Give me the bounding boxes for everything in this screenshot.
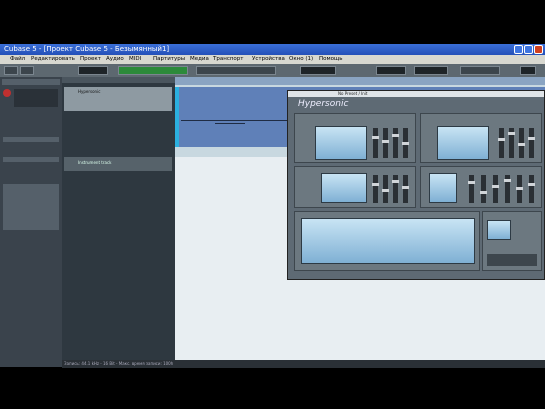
preset-label: No Preset / Init [338,91,368,96]
status-bar: Запись: 44.1 kHz - 16 Bit - Макс. время … [62,360,545,368]
midi-note [215,123,245,124]
toolbar-button[interactable] [460,66,500,75]
menu-media[interactable]: Медиа [190,56,209,62]
track-name: Instrument track [78,160,112,165]
menu-scores[interactable]: Партитуры [153,56,185,62]
menu-midi[interactable]: MIDI [129,56,141,62]
lcd-display[interactable] [487,220,511,240]
lcd-display[interactable] [321,173,367,203]
plugin-titlebar[interactable]: No Preset / Init [288,91,544,97]
lcd-display[interactable] [315,126,367,160]
track-row[interactable]: Instrument track [64,157,172,171]
inspector-section[interactable] [3,157,59,162]
track-color-strip [175,87,179,147]
synth-panel [294,166,416,208]
minimize-button[interactable] [514,45,523,54]
toolbar-button[interactable] [4,66,18,75]
midi-note [181,120,291,121]
record-icon[interactable] [3,89,11,97]
track-list-header [62,77,175,83]
track-controls[interactable] [14,89,58,107]
ruler[interactable] [175,77,545,85]
toolbar-button[interactable] [20,66,34,75]
status-text: Запись: 44.1 kHz - 16 Bit - Макс. время … [64,361,174,366]
transport-buttons[interactable] [118,66,188,75]
inspector-header [2,79,60,85]
menu-help[interactable]: Помощь [319,56,342,62]
menu-audio[interactable]: Аудио [106,56,124,62]
track-name: Hypersonic [78,89,101,94]
inspector-panel [0,77,62,367]
menu-edit[interactable]: Редактировать [31,56,75,62]
automation-mode-select[interactable] [78,66,108,75]
synth-panel [294,113,416,163]
tool-buttons[interactable] [196,66,276,75]
inspector-sections[interactable] [3,184,59,230]
menu-window[interactable]: Окно (1) [289,56,313,62]
mixer-panel [294,211,480,271]
snap-select[interactable] [300,66,336,75]
title-bar: Cubase 5 - [Проект Cubase 5 - Безымянный… [0,44,545,55]
menu-file[interactable]: Файл [10,56,25,62]
close-button[interactable] [534,45,543,54]
menu-bar: Файл Редактировать Проект Аудио MIDI Пар… [0,55,545,64]
synth-panel [420,113,542,163]
track-row[interactable]: Hypersonic [64,87,172,111]
track-list: Hypersonic Instrument track [62,77,175,367]
mixer-display[interactable] [301,218,475,264]
color-select[interactable] [520,66,536,75]
grid-select[interactable] [376,66,406,75]
menu-devices[interactable]: Устройства [252,56,285,62]
vst-instrument-window: No Preset / Init Hypersonic [287,90,545,280]
effect-slots[interactable] [487,254,537,266]
maximize-button[interactable] [524,45,533,54]
lcd-display[interactable] [437,126,489,160]
lcd-display[interactable] [429,173,457,203]
effects-panel [482,211,542,271]
desktop-clock [492,36,542,44]
menu-project[interactable]: Проект [80,56,101,62]
window-title: Cubase 5 - [Проект Cubase 5 - Безымянный… [4,45,170,53]
menu-transport[interactable]: Транспорт [213,56,244,62]
toolbar [0,64,545,77]
inspector-section[interactable] [3,137,59,142]
synth-panel [420,166,542,208]
quantize-select[interactable] [414,66,448,75]
plugin-logo: Hypersonic [298,99,349,109]
